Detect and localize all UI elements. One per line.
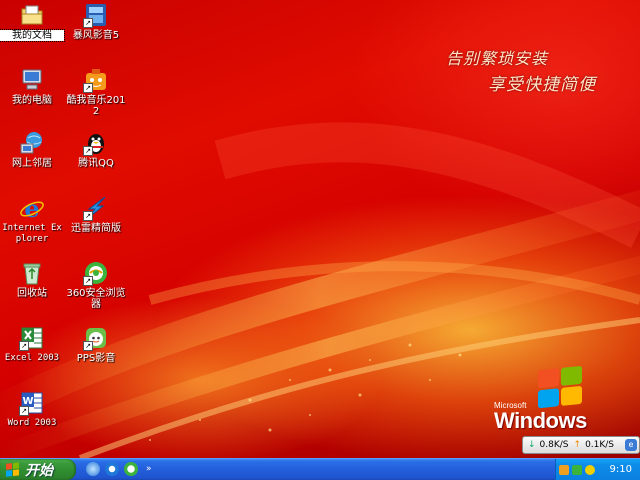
internet-explorer-icon[interactable] (105, 462, 119, 476)
my-documents-icon (19, 2, 45, 28)
shortcut-arrow-icon: ↗ (83, 18, 93, 28)
wallpaper-slogan-line1: 告别繁琐安装 (446, 49, 549, 68)
desktop-icon-kuwo[interactable]: ↗ 酷我音乐2012 (64, 67, 128, 117)
desktop-icon-excel[interactable]: ↗ Excel 2003 (0, 325, 64, 364)
shortcut-arrow-icon: ↗ (83, 83, 93, 93)
desktop-icon-label: 腾讯QQ (78, 158, 114, 169)
shortcut-arrow-icon: ↗ (83, 146, 93, 156)
logo-windows-text: Windows (494, 408, 587, 433)
desktop-icon-network-places[interactable]: 网上邻居 (0, 130, 64, 169)
shortcut-arrow-icon: ↗ (19, 406, 29, 416)
upload-speed: ↑ 0.1K/S (574, 440, 615, 450)
desktop-icon-pps[interactable]: ↗ PPS影音 (64, 325, 128, 364)
windows-flag-icon (538, 365, 584, 411)
net-monitor-icon[interactable]: e (625, 439, 637, 451)
360-browser-icon[interactable] (124, 462, 138, 476)
show-desktop-icon[interactable] (86, 462, 100, 476)
network-tray-icon[interactable] (559, 464, 569, 475)
desktop-icon-label: 暴风影音5 (72, 30, 120, 41)
recycle-bin-icon (19, 260, 45, 286)
desktop-icon-label: Internet Explorer (2, 223, 62, 244)
my-computer-icon (19, 67, 45, 93)
system-tray: 9:10 (555, 459, 640, 480)
wallpaper-slogan-line2: 享受快捷简便 (488, 75, 596, 95)
windows-logo: Microsoft Windows (494, 365, 604, 436)
quick-launch-bar: » (86, 462, 152, 476)
security-tray-icon[interactable] (572, 464, 582, 475)
thunder-download-icon: ↗ (83, 195, 109, 221)
desktop-icon-my-computer[interactable]: 我的电脑 (0, 67, 64, 106)
clock[interactable]: 9:10 (610, 464, 632, 475)
desktop-icon-label: PPS影音 (76, 353, 116, 364)
download-speed-value: 0.8K/S (539, 440, 569, 450)
desktop-icon-label: 回收站 (17, 288, 47, 299)
desktop-icon-word[interactable]: W ↗ Word 2003 (0, 390, 64, 429)
baofeng-player-icon: ↗ (83, 2, 109, 28)
desktop-icon-thunder[interactable]: ↗ 迅雷精简版 (64, 195, 128, 234)
net-speed-widget[interactable]: ↓ 0.8K/S ↑ 0.1K/S e (522, 436, 640, 454)
desktop-icon-label: 酷我音乐2012 (66, 95, 126, 117)
desktop-icon-internet-explorer[interactable]: e Internet Explorer (0, 195, 64, 245)
desktop-icon-label: Excel 2003 (4, 353, 60, 363)
pps-player-icon: ↗ (83, 325, 109, 351)
upload-speed-value: 0.1K/S (585, 440, 615, 450)
360-browser-icon: ↗ (83, 260, 109, 286)
desktop-icon-label: 我的电脑 (12, 95, 52, 106)
kuwo-music-icon: ↗ (83, 67, 109, 93)
desktop-icon-recycle-bin[interactable]: 回收站 (0, 260, 64, 299)
upload-arrow-icon: ↑ (573, 440, 582, 450)
internet-explorer-icon: e (19, 195, 45, 221)
quick-launch-more-button[interactable]: » (146, 464, 152, 474)
excel-icon: ↗ (19, 325, 45, 351)
shortcut-arrow-icon: ↗ (83, 211, 93, 221)
windows-flag-icon (6, 461, 20, 477)
shortcut-arrow-icon: ↗ (83, 341, 93, 351)
desktop-icon-qq[interactable]: ↗ 腾讯QQ (64, 130, 128, 169)
desktop-icon-label: 我的文档 (0, 29, 65, 42)
taskbar: 开始 » 9:10 (0, 458, 640, 480)
qq-penguin-icon: ↗ (83, 130, 109, 156)
svg-text:e: e (24, 195, 39, 221)
download-speed: ↓ 0.8K/S (528, 440, 569, 450)
shortcut-arrow-icon: ↗ (19, 341, 29, 351)
start-label: 开始 (25, 462, 53, 479)
desktop-icon-my-documents[interactable]: 我的文档 (0, 2, 65, 42)
desktop-icon-label: 迅雷精简版 (71, 223, 121, 234)
download-arrow-icon: ↓ (528, 440, 536, 450)
volume-tray-icon[interactable] (585, 464, 595, 475)
desktop-icon-label: 网上邻居 (12, 158, 52, 169)
word-icon: W ↗ (19, 390, 45, 416)
network-places-icon (19, 130, 45, 156)
desktop-icon-baofeng[interactable]: ↗ 暴风影音5 (64, 2, 128, 41)
start-button[interactable]: 开始 (0, 459, 76, 480)
desktop-icon-360-browser[interactable]: ↗ 360安全浏览器 (64, 260, 128, 310)
desktop-icon-label: 360安全浏览器 (66, 288, 126, 310)
shortcut-arrow-icon: ↗ (83, 276, 93, 286)
desktop-icon-label: Word 2003 (7, 418, 57, 428)
